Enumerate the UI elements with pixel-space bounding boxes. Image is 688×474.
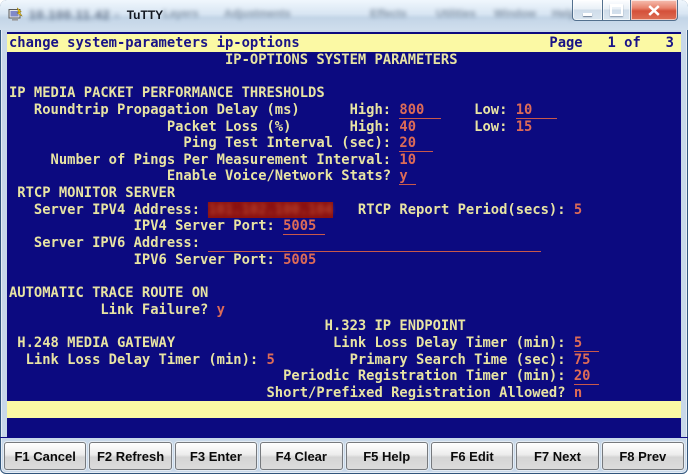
terminal-row: AUTOMATIC TRACE ROUTE ON xyxy=(7,285,681,302)
terminal-row: Roundtrip Propagation Delay (ms) High: 8… xyxy=(7,102,681,119)
label-ipv4-server-port: IPV4 Server Port: xyxy=(9,218,283,234)
fkey-f2-button[interactable]: F2 Refresh xyxy=(89,442,171,470)
label-ping-test-interval: Ping Test Interval (sec): xyxy=(9,135,399,151)
label-enable-voice-network-stats: Enable Voice/Network Stats? xyxy=(9,168,399,184)
label-roundtrip-low: Low: xyxy=(441,102,516,118)
terminal-row: IPV6 Server Port: 5005 xyxy=(7,252,681,269)
terminal-row xyxy=(7,69,681,86)
command-input[interactable]: change system-parameters ip-options xyxy=(9,34,300,52)
ghost-menu-item: Adjustments xyxy=(224,8,291,20)
field-primary-search-time[interactable]: 75 xyxy=(574,352,599,369)
field-ipv6-server-port[interactable]: 5005 xyxy=(283,252,325,269)
terminal-row: Packet Loss (%) High: 40 Low: 15 xyxy=(7,119,681,136)
field-periodic-registration-timer[interactable]: 20 xyxy=(574,368,599,385)
ghost-menu-item: Window xyxy=(494,8,536,20)
ghost-menu-item: Utilities xyxy=(436,8,476,20)
field-h248-link-loss-delay-timer[interactable]: 5 xyxy=(267,352,284,369)
terminal-row: IPV4 Server Port: 5005 xyxy=(7,218,681,235)
label-primary-search-time: Primary Search Time (sec): xyxy=(283,352,574,368)
close-icon xyxy=(648,5,660,16)
label-h323-link-loss-delay-timer: Link Loss Delay Timer (min): xyxy=(175,335,574,351)
fkey-f4-button[interactable]: F4 Clear xyxy=(260,442,342,470)
field-packet-loss-high[interactable]: 40 xyxy=(399,119,432,136)
field-server-ipv4-address-censored[interactable]: 101.102.100.104 xyxy=(208,202,333,219)
fkey-f7-button[interactable]: F7 Next xyxy=(516,442,598,470)
label-pings-per-measurement: Number of Pings Per Measurement Interval… xyxy=(9,152,399,168)
label-h248-link-loss-delay-timer: Link Loss Delay Timer (min): xyxy=(9,352,267,368)
fkey-f3-button[interactable]: F3 Enter xyxy=(175,442,257,470)
fkey-f5-button[interactable]: F5 Help xyxy=(346,442,428,470)
section-automatic-trace-route: AUTOMATIC TRACE ROUTE ON xyxy=(9,285,208,301)
fkey-f1-button[interactable]: F1 Cancel xyxy=(4,442,86,470)
censored-text: 101.102.100.104 xyxy=(208,202,333,218)
section-ip-media-thresholds: IP MEDIA PACKET PERFORMANCE THRESHOLDS xyxy=(9,85,325,101)
command-bar: change system-parameters ip-options Page… xyxy=(7,34,681,52)
fkey-f6-button[interactable]: F6 Edit xyxy=(431,442,513,470)
terminal-row xyxy=(7,268,681,285)
screen-title: IP-OPTIONS SYSTEM PARAMETERS xyxy=(9,52,458,68)
minimize-icon xyxy=(583,13,592,16)
terminal-row: Number of Pings Per Measurement Interval… xyxy=(7,152,681,169)
field-ping-test-interval[interactable]: 20 xyxy=(399,135,432,152)
label-server-ipv4-address: Server IPV4 Address: xyxy=(9,202,208,218)
terminal-row: Periodic Registration Timer (min): 20 xyxy=(7,368,681,385)
tutty-window: 10.100.11.42 - TuTTY LayersAdjustmentsEf… xyxy=(0,0,688,474)
label-short-prefixed-registration: Short/Prefixed Registration Allowed? xyxy=(9,385,574,401)
field-server-ipv6-address-empty[interactable] xyxy=(208,235,540,252)
field-roundtrip-delay-high[interactable]: 800 xyxy=(399,102,441,119)
field-packet-loss-low[interactable]: 15 xyxy=(516,119,549,136)
label-rtcp-report-period: RTCP Report Period(secs): xyxy=(333,202,574,218)
title-bar: 10.100.11.42 - TuTTY LayersAdjustmentsEf… xyxy=(0,0,688,30)
label-packet-loss-high: Packet Loss (%) High: xyxy=(9,119,399,135)
terminal-row: Link Failure? y xyxy=(7,302,681,319)
section-h323-ip-endpoint: H.323 IP ENDPOINT xyxy=(9,318,466,334)
minimize-button[interactable] xyxy=(572,0,603,21)
fkey-f8-button[interactable]: F8 Prev xyxy=(602,442,684,470)
field-rtcp-report-period[interactable]: 5 xyxy=(574,202,591,219)
field-enable-voice-network-stats[interactable]: y xyxy=(399,168,416,185)
terminal-frame: change system-parameters ip-options Page… xyxy=(0,30,688,437)
section-h248-media-gateway: H.248 MEDIA GATEWAY xyxy=(9,335,175,351)
page-indicator: Page 1 of 3 xyxy=(549,34,674,52)
terminal: change system-parameters ip-options Page… xyxy=(7,32,681,437)
terminal-row: H.323 IP ENDPOINT xyxy=(7,318,681,335)
label-packet-loss-low: Low: xyxy=(433,119,516,135)
ghost-menu-item: Layers xyxy=(163,8,198,20)
status-bar xyxy=(7,401,681,418)
terminal-row: RTCP MONITOR SERVER xyxy=(7,185,681,202)
terminal-row: IP-OPTIONS SYSTEM PARAMETERS xyxy=(7,52,681,69)
terminal-row: Ping Test Interval (sec): 20 xyxy=(7,135,681,152)
maximize-button[interactable] xyxy=(603,0,631,21)
function-key-bar: F1 CancelF2 RefreshF3 EnterF4 ClearF5 He… xyxy=(0,437,688,474)
field-h323-link-loss-delay-timer[interactable]: 5 xyxy=(574,335,599,352)
field-link-failure[interactable]: y xyxy=(217,302,234,319)
label-periodic-registration-timer: Periodic Registration Timer (min): xyxy=(9,368,574,384)
maximize-icon xyxy=(610,4,623,16)
label-server-ipv6-address: Server IPV6 Address: xyxy=(9,235,208,251)
field-pings-per-measurement[interactable]: 10 xyxy=(399,152,432,169)
close-button[interactable] xyxy=(631,0,678,21)
terminal-row: Server IPV6 Address: xyxy=(7,235,681,252)
field-roundtrip-delay-low[interactable]: 10 xyxy=(516,102,558,119)
section-rtcp-monitor-server: RTCP MONITOR SERVER xyxy=(9,185,175,201)
terminal-row: IP MEDIA PACKET PERFORMANCE THRESHOLDS xyxy=(7,85,681,102)
ghost-menu-item: Effects xyxy=(370,8,407,20)
window-controls xyxy=(572,0,678,21)
label-link-failure: Link Failure? xyxy=(9,302,217,318)
terminal-row: Short/Prefixed Registration Allowed? n xyxy=(7,385,681,402)
terminal-row: H.248 MEDIA GATEWAY Link Loss Delay Time… xyxy=(7,335,681,352)
terminal-row: Enable Voice/Network Stats? y xyxy=(7,168,681,185)
field-ipv4-server-port[interactable]: 5005 xyxy=(283,218,325,235)
terminal-screen: IP-OPTIONS SYSTEM PARAMETERS IP MEDIA PAC… xyxy=(7,52,681,401)
terminal-row: Server IPV4 Address: 101.102.100.104 RTC… xyxy=(7,202,681,219)
field-short-prefixed-registration[interactable]: n xyxy=(574,385,591,402)
label-roundtrip-high: Roundtrip Propagation Delay (ms) High: xyxy=(9,102,399,118)
terminal-row: Link Loss Delay Timer (min): 5 Primary S… xyxy=(7,352,681,369)
label-ipv6-server-port: IPV6 Server Port: xyxy=(9,252,283,268)
